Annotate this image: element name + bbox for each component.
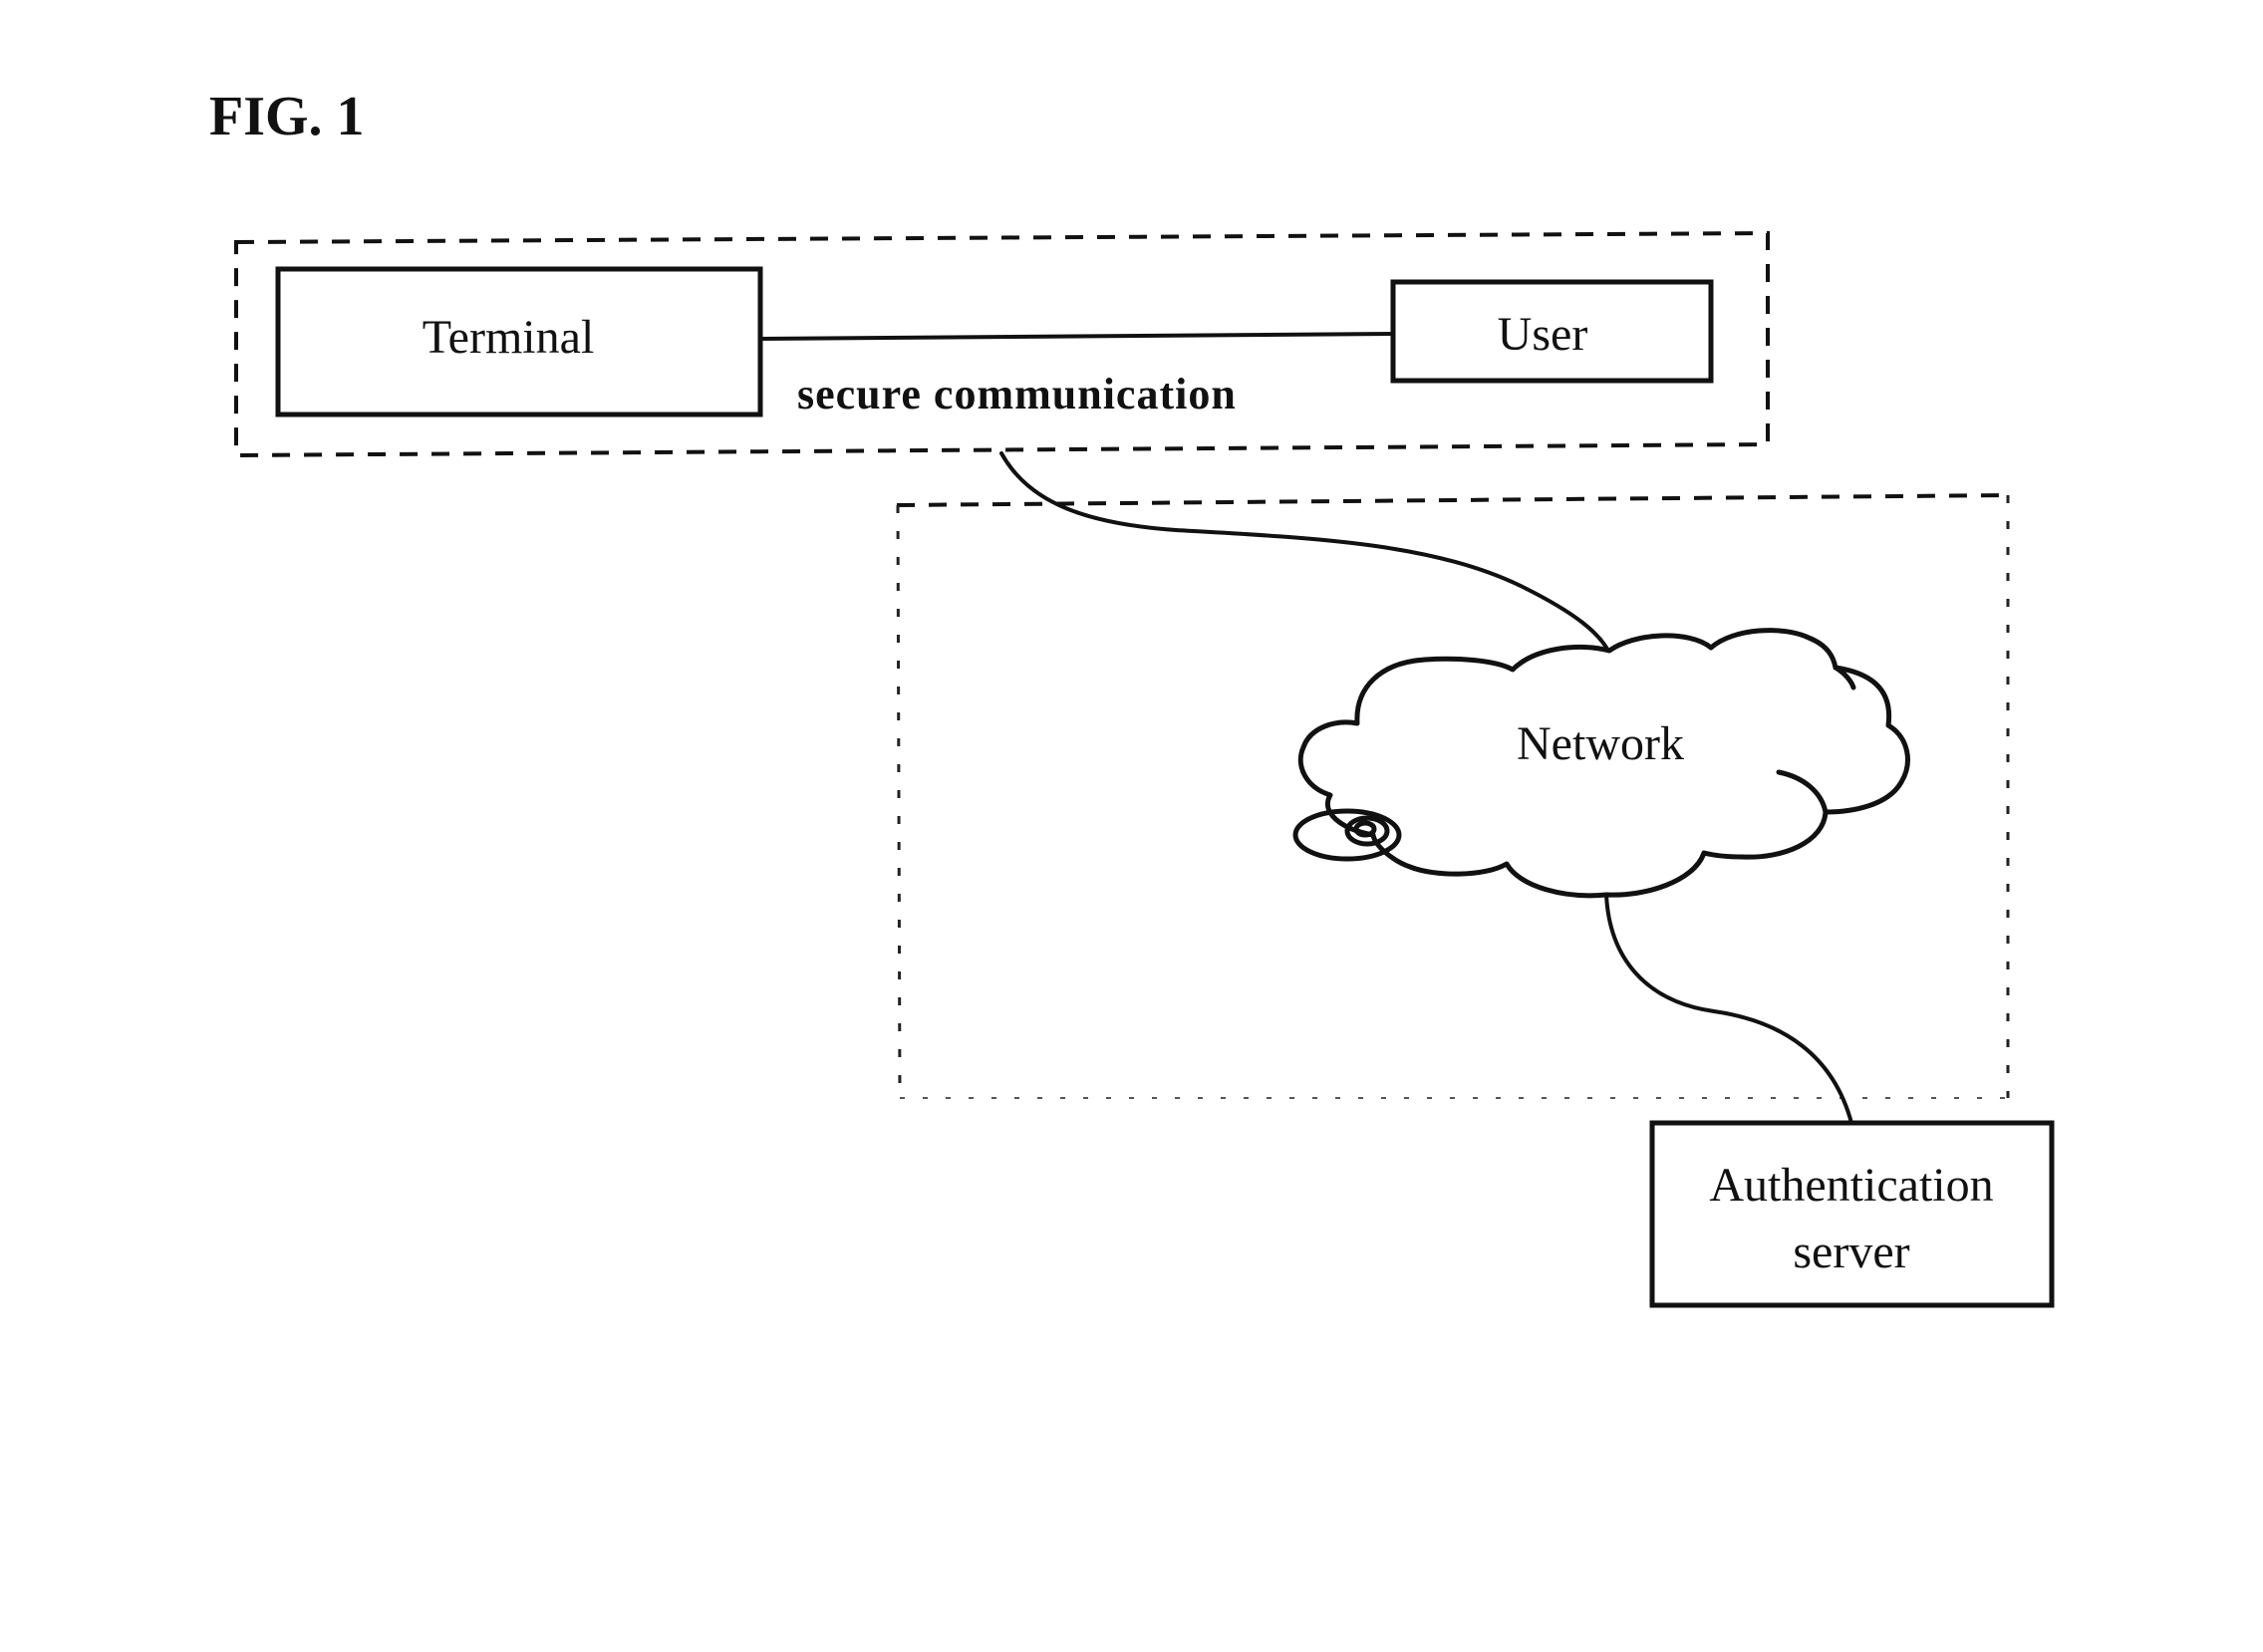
terminal-label: Terminal (423, 311, 595, 364)
network-zone-top-edge (896, 493, 2009, 507)
authentication-server-node: Authentication server (1649, 1120, 2055, 1308)
network-to-auth-server-link (1604, 893, 1853, 1125)
secure-zone-to-network-link (999, 451, 1611, 655)
network-zone-left-edge (896, 504, 902, 1099)
secure-communication-label: secure communication (797, 370, 1237, 418)
user-label: User (1498, 308, 1588, 361)
authentication-server-label-line2: server (1793, 1226, 1909, 1278)
network-node: Network (1292, 628, 1910, 899)
terminal-node: Terminal (275, 266, 763, 417)
figure-title: FIG. 1 (209, 86, 365, 147)
user-node: User (1390, 279, 1714, 384)
network-label: Network (1517, 717, 1684, 770)
terminal-user-connector (758, 332, 1395, 341)
figure-1-diagram: FIG. 1 Terminal User secure communicatio… (209, 86, 2055, 1308)
authentication-server-label-line1: Authentication (1709, 1159, 1993, 1212)
